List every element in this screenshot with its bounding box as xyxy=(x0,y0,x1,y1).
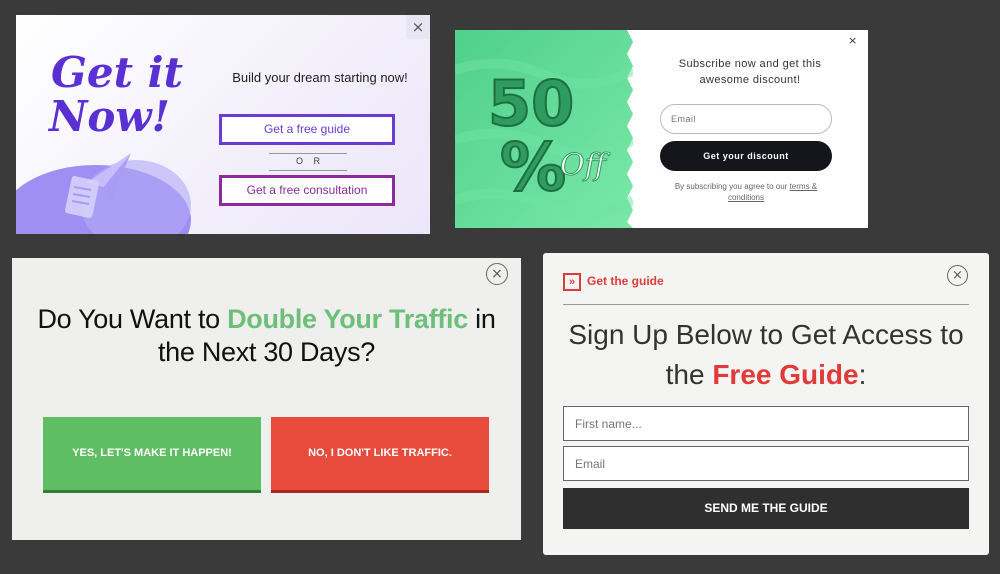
headline-highlight: Free Guide xyxy=(712,359,859,390)
close-icon[interactable]: × xyxy=(848,34,857,47)
popup-traffic: × Do You Want to Double Your Traffic in … xyxy=(12,258,521,540)
or-label: O R xyxy=(295,156,324,166)
or-line-bottom xyxy=(269,170,347,171)
get-the-guide-label: Get the guide xyxy=(587,274,664,288)
or-line-top xyxy=(269,153,347,154)
no-button[interactable]: NO, I DON'T LIKE TRAFFIC. xyxy=(271,417,489,493)
close-icon[interactable]: × xyxy=(486,263,508,285)
popup-free-guide: » Get the guide × Sign Up Below to Get A… xyxy=(543,253,989,555)
popup2-headline: Subscribe now and get this awesome disco… xyxy=(678,58,822,86)
popup-discount: 50 % Off × Subscribe now and get this aw… xyxy=(455,30,868,228)
popup4-headline: Sign Up Below to Get Access to the Free … xyxy=(553,315,979,395)
get-discount-button[interactable]: Get your discount xyxy=(660,141,832,171)
get-free-consultation-button[interactable]: Get a free consultation xyxy=(219,175,395,206)
art-text-line1: Get it xyxy=(51,48,183,97)
close-icon[interactable]: × xyxy=(406,15,430,39)
popup-get-it-now: Get it Now! × Build your dream starting … xyxy=(16,15,430,234)
headline-highlight: Double Your Traffic xyxy=(227,304,468,334)
discount-illustration: 50 % Off xyxy=(455,30,633,228)
popup3-headline: Do You Want to Double Your Traffic in th… xyxy=(32,303,501,369)
double-chevron-icon: » xyxy=(563,273,581,291)
discount-percent: % xyxy=(500,129,566,206)
yes-button[interactable]: YES, LET'S MAKE IT HAPPEN! xyxy=(43,417,261,493)
headline-part1: Do You Want to xyxy=(37,304,228,334)
art-text-line2: Now! xyxy=(47,92,170,141)
discount-off: Off xyxy=(560,148,611,183)
terms-notice: By subscribing you agree to our terms & … xyxy=(660,181,832,203)
get-free-guide-button[interactable]: Get a free guide xyxy=(219,114,395,145)
or-divider: O R xyxy=(269,151,347,171)
terms-prefix: By subscribing you agree to our xyxy=(674,182,790,191)
first-name-input[interactable] xyxy=(563,406,969,441)
email-input[interactable] xyxy=(660,104,832,134)
header-divider xyxy=(563,304,969,305)
popup1-headline: Build your dream starting now! xyxy=(232,70,408,85)
close-icon[interactable]: × xyxy=(947,265,968,286)
email-input[interactable] xyxy=(563,446,969,481)
get-it-now-illustration: Get it Now! xyxy=(16,48,191,234)
headline-part2: : xyxy=(858,359,867,390)
send-guide-button[interactable]: SEND ME THE GUIDE xyxy=(563,488,969,529)
